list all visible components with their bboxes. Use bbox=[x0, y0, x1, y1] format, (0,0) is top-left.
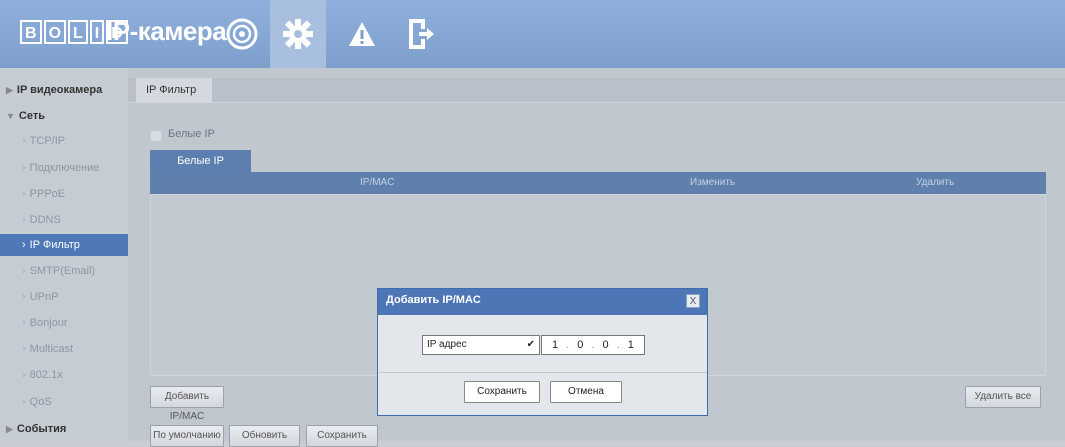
whitelist-checkbox-label: Белые IP bbox=[168, 128, 215, 140]
column-header-edit: Изменить bbox=[690, 177, 736, 188]
sidebar-item-label: Подключение bbox=[29, 162, 100, 174]
sidebar-item-events[interactable]: ▶ События bbox=[0, 418, 134, 440]
sidebar-item-label: SMTP(Email) bbox=[29, 265, 96, 277]
eye-icon[interactable] bbox=[220, 10, 264, 58]
sidebar-item-network[interactable]: ▼ Сеть bbox=[0, 105, 134, 127]
gear-icon bbox=[276, 10, 320, 58]
dialog-divider bbox=[378, 372, 707, 373]
default-button[interactable]: По умолчанию bbox=[150, 425, 224, 447]
address-type-value: IP адрес bbox=[427, 339, 467, 350]
app-title: IP-камера bbox=[106, 16, 227, 46]
refresh-button[interactable]: Обновить bbox=[229, 425, 300, 447]
chevron-right-icon: › bbox=[22, 343, 26, 355]
column-header-ipmac: IP/MAC bbox=[360, 177, 395, 188]
caret-down-icon: ▼ bbox=[6, 111, 15, 121]
whitelist-checkbox[interactable] bbox=[150, 130, 162, 142]
logo-letter: O bbox=[43, 20, 67, 44]
sidebar-item-label: TCP/IP bbox=[29, 135, 66, 147]
dialog-save-button[interactable]: Сохранить bbox=[464, 381, 540, 403]
delete-all-button[interactable]: Удалить все bbox=[965, 386, 1041, 408]
sidebar-item-label: UPnP bbox=[29, 291, 59, 303]
ip-dot: . bbox=[591, 339, 595, 351]
chevron-right-icon: › bbox=[22, 135, 26, 147]
exit-icon[interactable] bbox=[398, 10, 442, 58]
warning-icon[interactable] bbox=[340, 10, 384, 58]
chevron-right-icon: › bbox=[22, 188, 26, 200]
save-button[interactable]: Сохранить bbox=[306, 425, 378, 447]
brand-logo: BOLID bbox=[20, 20, 128, 46]
chevron-right-icon: › bbox=[22, 291, 26, 303]
logo-letter: I bbox=[89, 20, 105, 44]
settings-tab-active[interactable] bbox=[270, 0, 326, 68]
dialog-title: Добавить IP/MAC bbox=[386, 294, 481, 306]
ip-address-field[interactable]: 1. 0. 0. 1 bbox=[541, 335, 645, 355]
address-type-select[interactable]: IP адрес ✔ bbox=[422, 335, 540, 355]
sidebar-item-label: Сеть bbox=[18, 110, 45, 122]
sidebar-item-label: Multicast bbox=[29, 343, 74, 355]
logo-letter: B bbox=[20, 20, 42, 44]
sidebar-item-label: IP Фильтр bbox=[29, 239, 80, 251]
column-header-delete: Удалить bbox=[916, 177, 955, 188]
caret-right-icon: ▶ bbox=[6, 424, 13, 434]
ip-octet-2[interactable]: 0 bbox=[577, 339, 583, 351]
sidebar-item-label: DDNS bbox=[29, 214, 61, 226]
caret-right-icon: ▶ bbox=[6, 85, 13, 95]
sidebar-item-camera[interactable]: ▶ IP видеокамера bbox=[0, 79, 134, 101]
sidebar-item-label: QoS bbox=[29, 396, 52, 408]
sidebar-item-label: PPPoE bbox=[29, 188, 66, 200]
add-ipmac-button[interactable]: Добавить IP/MAC bbox=[150, 386, 224, 422]
chevron-right-icon: › bbox=[22, 239, 26, 251]
sidebar: ▶ IP видеокамера ▼ Сеть › TCP/IP › Подключен… bbox=[0, 68, 150, 441]
close-icon[interactable]: X bbox=[686, 294, 700, 308]
ip-octet-1[interactable]: 1 bbox=[552, 339, 558, 351]
chevron-right-icon: › bbox=[22, 396, 26, 408]
chevron-right-icon: › bbox=[22, 214, 26, 226]
top-header: BOLID IP-камера bbox=[0, 0, 1065, 68]
tab-whitelist[interactable]: Белые IP bbox=[150, 150, 251, 172]
chevron-down-icon: ✔ bbox=[526, 339, 535, 350]
ip-octet-4[interactable]: 1 bbox=[628, 339, 634, 351]
sidebar-item-label: Bonjour bbox=[29, 317, 68, 329]
tab-bar: IP Фильтр bbox=[128, 78, 1065, 103]
chevron-right-icon: › bbox=[22, 162, 26, 174]
ip-dot: . bbox=[616, 339, 620, 351]
sidebar-item-label: События bbox=[16, 423, 67, 435]
sidebar-item-label: 802.1x bbox=[29, 369, 63, 381]
add-ipmac-dialog: Добавить IP/MAC X IP адрес ✔ 1. 0. 0. 1 … bbox=[377, 288, 708, 416]
table-header: IP/MAC Изменить Удалить bbox=[150, 172, 1046, 194]
logo-letter: L bbox=[68, 20, 88, 44]
chevron-right-icon: › bbox=[22, 265, 26, 277]
ip-dot: . bbox=[566, 339, 570, 351]
chevron-right-icon: › bbox=[22, 317, 26, 329]
chevron-right-icon: › bbox=[22, 369, 26, 381]
sidebar-item-label: IP видеокамера bbox=[16, 84, 103, 96]
tab-ip-filter[interactable]: IP Фильтр bbox=[136, 78, 212, 102]
dialog-titlebar: Добавить IP/MAC X bbox=[378, 289, 707, 315]
ip-octet-3[interactable]: 0 bbox=[603, 339, 609, 351]
dialog-cancel-button[interactable]: Отмена bbox=[550, 381, 622, 403]
